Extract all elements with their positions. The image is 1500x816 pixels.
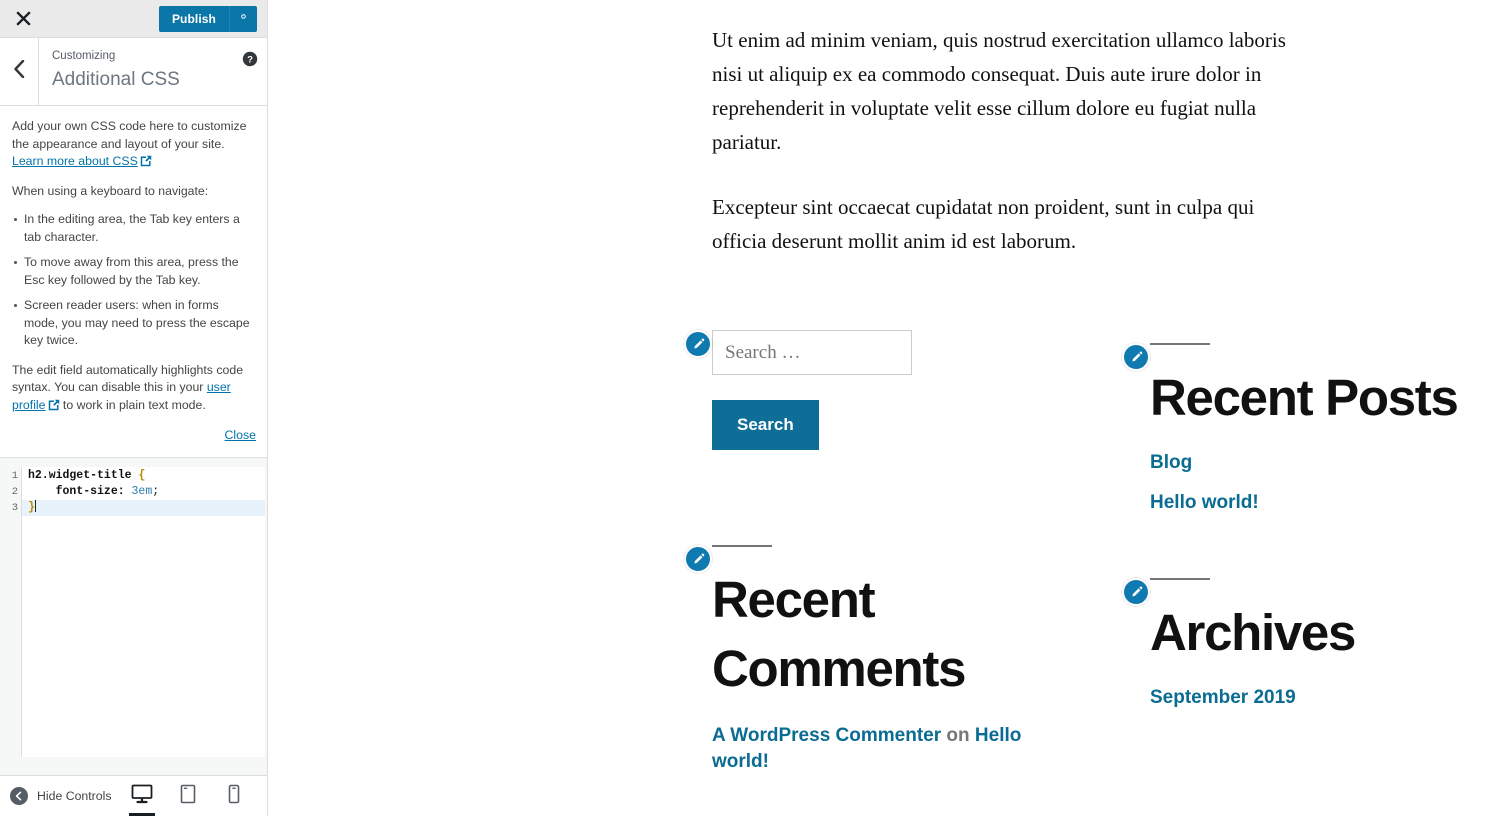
- widget-title-rule: [1150, 578, 1210, 580]
- line-number: 1: [11, 469, 18, 482]
- device-tablet-button[interactable]: [172, 777, 204, 815]
- description-intro: Add your own CSS code here to customize …: [12, 118, 256, 173]
- list-item: Blog: [1150, 450, 1500, 476]
- comment-on-text: on: [941, 725, 975, 746]
- archive-link[interactable]: September 2019: [1150, 687, 1296, 708]
- list-item: Hello world!: [1150, 490, 1500, 516]
- recent-posts-widget: Recent Posts Blog Hello world!: [1122, 343, 1500, 516]
- widget-area: Search Recent Comments A WordPress Comme…: [684, 330, 1500, 775]
- device-preview-switcher: [126, 777, 259, 816]
- css-close-brace: }: [28, 500, 35, 514]
- code-line[interactable]: font-size: 3em;: [22, 484, 265, 500]
- preview-paragraph: Excepteur sint occaecat cupidatat non pr…: [712, 195, 1255, 253]
- list-item: September 2019: [1150, 685, 1500, 711]
- css-property: font-size:: [55, 484, 125, 498]
- keyboard-heading: When using a keyboard to navigate:: [12, 183, 209, 198]
- widget-title: Recent Posts: [1150, 369, 1459, 426]
- search-input[interactable]: [725, 341, 899, 364]
- css-help-description: Add your own CSS code here to customize …: [0, 106, 267, 458]
- code-line-active[interactable]: }: [22, 499, 265, 516]
- device-desktop-button[interactable]: [126, 777, 158, 816]
- text-caret: [34, 499, 36, 512]
- tablet-icon: [180, 784, 196, 809]
- code-line[interactable]: h2.widget-title {: [22, 468, 265, 484]
- panel-title: Additional CSS: [52, 69, 180, 90]
- search-input-wrapper[interactable]: [712, 330, 912, 375]
- recent-post-link[interactable]: Blog: [1150, 452, 1192, 473]
- css-selector: h2.widget-title: [28, 468, 132, 482]
- widget-column-2: Recent Posts Blog Hello world! Archives …: [1122, 330, 1500, 775]
- widget-title: Archives: [1150, 604, 1356, 661]
- list-item: To move away from this area, press the E…: [12, 254, 256, 289]
- list-item: Screen reader users: when in forms mode,…: [12, 297, 256, 350]
- customizer-sidebar: Publish Customizing Additional CSS ? Add…: [0, 0, 268, 816]
- code-lines[interactable]: h2.widget-title { font-size: 3em; }: [22, 467, 265, 516]
- keyboard-bullet-list: In the editing area, the Tab key enters …: [12, 211, 256, 350]
- help-icon: ?: [242, 51, 258, 71]
- panel-kicker: Customizing: [52, 50, 116, 62]
- hide-controls-button[interactable]: Hide Controls: [10, 787, 112, 805]
- help-toggle-button[interactable]: ?: [242, 51, 258, 67]
- search-widget: Search: [684, 330, 1122, 450]
- publish-button[interactable]: Publish: [158, 5, 229, 32]
- code-editor-surface[interactable]: 1 2 3 h2.widget-title { font-size: 3em; …: [12, 466, 265, 757]
- widget-title: Recent Comments: [712, 571, 966, 697]
- learn-more-css-link[interactable]: Learn more about CSS: [12, 154, 138, 168]
- external-link-icon: [48, 399, 60, 417]
- svg-text:?: ?: [247, 55, 253, 66]
- archives-widget: Archives September 2019: [1122, 578, 1500, 711]
- search-button[interactable]: Search: [712, 400, 819, 450]
- site-preview-frame[interactable]: Ut enim ad minim veniam, quis nostrud ex…: [268, 0, 1500, 816]
- edit-pencil-icon[interactable]: [1122, 578, 1150, 606]
- close-customizer-button[interactable]: [0, 0, 45, 38]
- mobile-icon: [228, 784, 240, 809]
- description-intro-text: Add your own CSS code here to customize …: [12, 119, 247, 151]
- device-mobile-button[interactable]: [218, 777, 250, 815]
- widget-title-rule: [1150, 343, 1210, 345]
- collapse-arrow-icon: [10, 787, 28, 805]
- css-semicolon: ;: [152, 484, 160, 498]
- publish-group: Publish: [158, 5, 257, 32]
- hide-controls-label: Hide Controls: [37, 789, 112, 803]
- recent-comment-item: A WordPress Commenter on Hello world!: [712, 723, 1062, 775]
- panel-header: Customizing Additional CSS ?: [0, 38, 267, 106]
- list-item: In the editing area, the Tab key enters …: [12, 211, 256, 246]
- close-help-link[interactable]: Close: [225, 428, 256, 442]
- close-icon: [15, 10, 31, 27]
- desktop-icon: [131, 784, 153, 809]
- edit-pencil-icon[interactable]: [684, 545, 712, 573]
- panel-header-text: Customizing Additional CSS ?: [39, 38, 267, 105]
- back-button[interactable]: [0, 38, 39, 105]
- customizer-topbar: Publish: [0, 0, 267, 38]
- edit-pencil-icon[interactable]: [1122, 343, 1150, 371]
- widget-column-1: Search Recent Comments A WordPress Comme…: [684, 330, 1122, 775]
- line-number-gutter: 1 2 3: [1, 467, 22, 516]
- syntax-note-after: to work in plain text mode.: [59, 397, 206, 412]
- customizer-screen: Publish Customizing Additional CSS ? Add…: [0, 0, 1500, 816]
- archives-list: September 2019: [1150, 685, 1500, 711]
- css-code-editor[interactable]: 1 2 3 h2.widget-title { font-size: 3em; …: [0, 457, 267, 775]
- gear-icon: [237, 10, 250, 28]
- css-value: 3em: [131, 484, 153, 498]
- css-open-brace: {: [138, 468, 146, 482]
- close-help-row: Close: [12, 427, 256, 445]
- customizer-footer: Hide Controls: [0, 775, 267, 816]
- recent-posts-list: Blog Hello world!: [1150, 450, 1500, 516]
- comment-author-link[interactable]: A WordPress Commenter: [712, 725, 941, 746]
- preview-content: Ut enim ad minim veniam, quis nostrud ex…: [268, 0, 1500, 775]
- edit-pencil-icon[interactable]: [684, 330, 712, 358]
- preview-paragraph: Ut enim ad minim veniam, quis nostrud ex…: [712, 28, 1286, 154]
- line-number: 3: [11, 501, 18, 514]
- recent-post-link[interactable]: Hello world!: [1150, 492, 1259, 513]
- widget-title-rule: [712, 545, 772, 547]
- recent-comments-widget: Recent Comments A WordPress Commenter on…: [684, 545, 1122, 775]
- external-link-icon: [140, 155, 152, 173]
- syntax-highlight-note: The edit field automatically highlights …: [12, 362, 256, 417]
- chevron-left-icon: [13, 59, 25, 83]
- line-number: 2: [11, 485, 18, 498]
- publish-settings-button[interactable]: [229, 5, 257, 32]
